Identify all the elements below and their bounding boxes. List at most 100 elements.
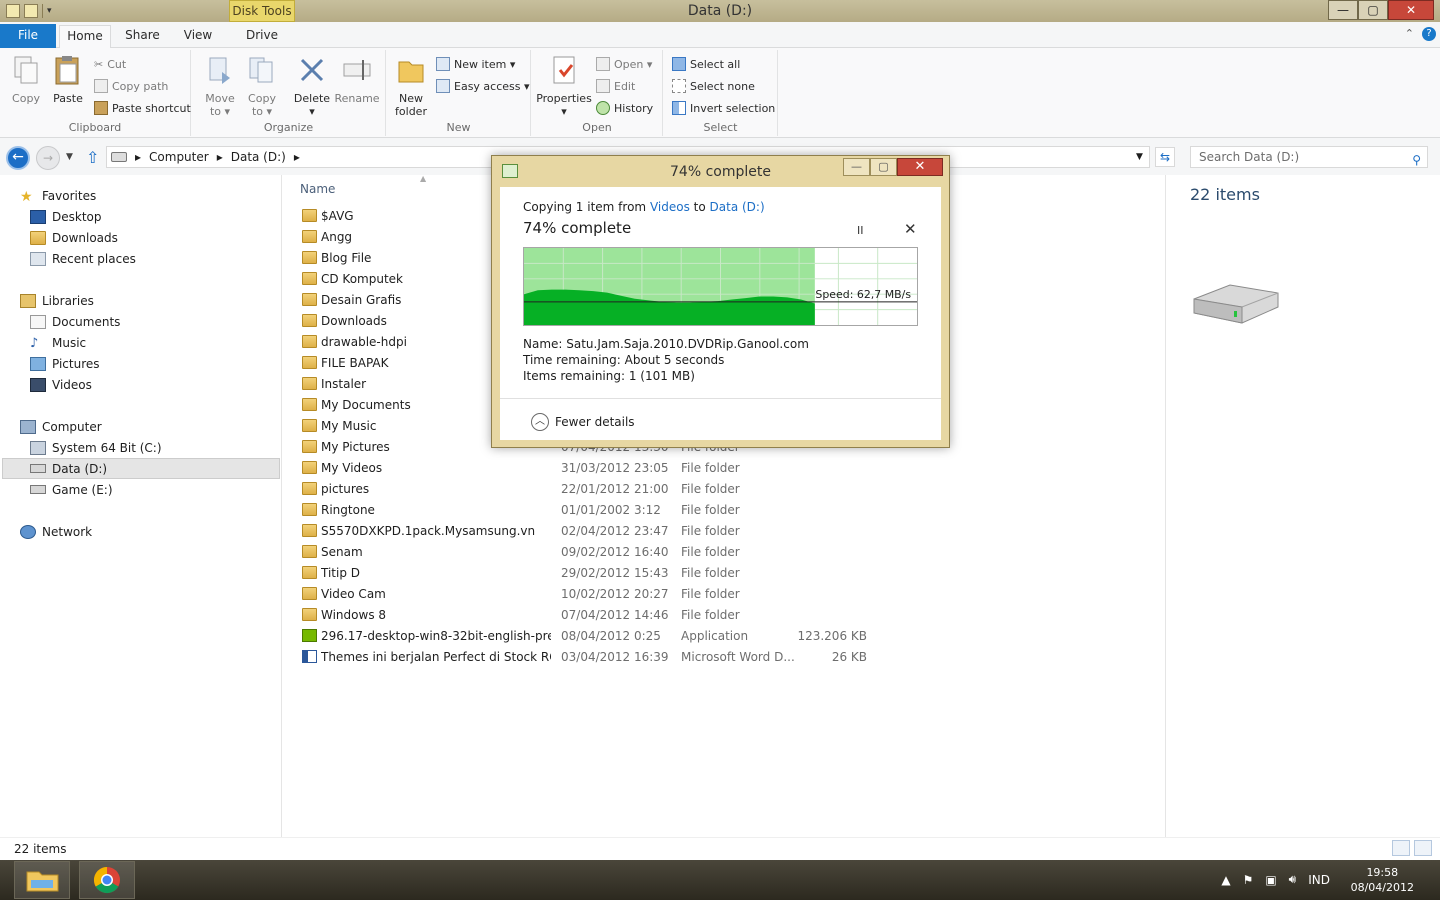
file-date: 22/01/2012 21:00 bbox=[561, 482, 669, 496]
music-icon: ♪ bbox=[30, 335, 39, 351]
pause-button[interactable]: II bbox=[857, 224, 864, 237]
select-all-button[interactable]: Select all bbox=[672, 54, 740, 74]
search-input[interactable]: Search Data (D:) ⚲ bbox=[1190, 146, 1428, 168]
delete-button[interactable]: Delete ▾ bbox=[292, 52, 332, 118]
table-row[interactable]: Senam 09/02/2012 16:40 File folder bbox=[298, 542, 878, 563]
taskbar-clock[interactable]: 19:58 08/04/2012 bbox=[1351, 865, 1414, 895]
table-row[interactable]: Ringtone 01/01/2002 3:12 File folder bbox=[298, 500, 878, 521]
new-folder-button[interactable]: New folder bbox=[391, 52, 431, 118]
move-to-button[interactable]: Move to ▾ bbox=[200, 52, 240, 118]
breadcrumb-data-d[interactable]: Data (D:) bbox=[231, 150, 286, 164]
destination-link[interactable]: Data (D:) bbox=[710, 200, 765, 214]
nav-recent-places[interactable]: Recent places bbox=[30, 248, 136, 269]
properties-icon bbox=[553, 56, 575, 84]
star-icon: ★ bbox=[20, 188, 33, 205]
table-row[interactable]: 296.17-desktop-win8-32bit-english-previ.… bbox=[298, 626, 878, 647]
search-icon[interactable]: ⚲ bbox=[1412, 150, 1421, 170]
new-item-button[interactable]: New item ▾ bbox=[436, 54, 515, 74]
details-view-icon[interactable] bbox=[1392, 840, 1410, 856]
drive-icon bbox=[30, 485, 46, 494]
nav-game-e[interactable]: Game (E:) bbox=[30, 479, 113, 500]
dialog-maximize-button[interactable]: ▢ bbox=[870, 158, 897, 176]
desktop-icon bbox=[30, 209, 46, 224]
file-date: 07/04/2012 14:46 bbox=[561, 608, 669, 622]
volume-icon[interactable]: 🔊︎ bbox=[1289, 872, 1297, 887]
nav-favorites[interactable]: ★ Favorites bbox=[20, 185, 96, 206]
tab-share[interactable]: Share bbox=[115, 25, 170, 48]
nav-videos[interactable]: Videos bbox=[30, 374, 92, 395]
table-row[interactable]: Themes ini berjalan Perfect di Stock RO.… bbox=[298, 647, 878, 668]
show-hidden-icons-icon[interactable]: ▲ bbox=[1221, 873, 1230, 887]
nav-music[interactable]: ♪ Music bbox=[30, 332, 86, 353]
table-row[interactable]: My Videos 31/03/2012 23:05 File folder bbox=[298, 458, 878, 479]
table-row[interactable]: S5570DXKPD.1pack.Mysamsung.vn 02/04/2012 … bbox=[298, 521, 878, 542]
taskbar-explorer-button[interactable] bbox=[14, 861, 70, 899]
nav-network[interactable]: Network bbox=[20, 521, 92, 542]
table-row[interactable]: pictures 22/01/2012 21:00 File folder bbox=[298, 479, 878, 500]
help-icon[interactable]: ? bbox=[1422, 27, 1436, 41]
file-size: 26 KB bbox=[831, 650, 867, 664]
copy-to-button[interactable]: Copy to ▾ bbox=[242, 52, 282, 118]
cancel-copy-button[interactable]: ✕ bbox=[904, 220, 917, 238]
tab-drive[interactable]: Drive bbox=[231, 25, 293, 48]
copy-path-button[interactable]: Copy path bbox=[94, 76, 168, 96]
table-row[interactable]: Windows 8 07/04/2012 14:46 File folder bbox=[298, 605, 878, 626]
breadcrumb-separator-icon[interactable]: ▸ bbox=[294, 150, 300, 164]
column-header-name[interactable]: Name bbox=[300, 182, 335, 196]
nav-computer[interactable]: Computer bbox=[20, 416, 102, 437]
paste-shortcut-button[interactable]: Paste shortcut bbox=[94, 98, 191, 118]
invert-selection-button[interactable]: Invert selection bbox=[672, 98, 775, 118]
nav-pictures[interactable]: Pictures bbox=[30, 353, 100, 374]
language-indicator[interactable]: IND bbox=[1308, 873, 1330, 887]
source-link[interactable]: Videos bbox=[650, 200, 690, 214]
minimize-button[interactable]: — bbox=[1328, 0, 1358, 20]
recent-locations-chevron-icon[interactable]: ▼ bbox=[66, 152, 73, 162]
refresh-button[interactable]: ⇆ bbox=[1155, 147, 1175, 167]
select-none-button[interactable]: Select none bbox=[672, 76, 755, 96]
breadcrumb-separator-icon[interactable]: ▸ bbox=[217, 150, 223, 164]
dialog-close-button[interactable]: ✕ bbox=[897, 158, 943, 176]
tab-file[interactable]: File bbox=[0, 24, 56, 48]
breadcrumb-computer[interactable]: Computer bbox=[149, 150, 209, 164]
close-button[interactable]: ✕ bbox=[1388, 0, 1434, 20]
chevron-up-icon[interactable]: ⌃ bbox=[1405, 27, 1414, 41]
breadcrumb-separator-icon[interactable]: ▸ bbox=[135, 150, 141, 164]
nav-data-d[interactable]: Data (D:) bbox=[2, 458, 280, 479]
dialog-minimize-button[interactable]: — bbox=[843, 158, 870, 176]
network-status-icon[interactable]: ▣ bbox=[1265, 873, 1276, 887]
delete-dropdown[interactable]: ▾ bbox=[292, 105, 332, 118]
address-dropdown-icon[interactable]: ▼ bbox=[1136, 152, 1143, 162]
nav-desktop[interactable]: Desktop bbox=[30, 206, 102, 227]
paste-button[interactable]: Paste bbox=[48, 52, 88, 105]
back-button[interactable]: ← bbox=[6, 146, 30, 170]
action-center-flag-icon[interactable]: ⚑ bbox=[1243, 873, 1254, 887]
folder-icon bbox=[302, 230, 317, 243]
copy-button[interactable]: Copy bbox=[6, 52, 46, 105]
file-name: Ringtone bbox=[321, 503, 375, 517]
fewer-details-button[interactable]: ︿ Fewer details bbox=[531, 413, 635, 431]
history-button[interactable]: History bbox=[596, 98, 653, 118]
rename-button[interactable]: Rename bbox=[334, 52, 380, 105]
ribbon-right-controls: ⌃ ? bbox=[1405, 27, 1436, 41]
tab-view[interactable]: View bbox=[173, 25, 223, 48]
folder-icon bbox=[302, 587, 317, 600]
maximize-button[interactable]: ▢ bbox=[1358, 0, 1388, 20]
nav-documents[interactable]: Documents bbox=[30, 311, 120, 332]
table-row[interactable]: Titip D 29/02/2012 15:43 File folder bbox=[298, 563, 878, 584]
properties-dropdown[interactable]: ▾ bbox=[536, 105, 592, 118]
history-icon bbox=[596, 101, 610, 115]
large-icons-view-icon[interactable] bbox=[1414, 840, 1432, 856]
forward-button[interactable]: → bbox=[36, 146, 60, 170]
open-button[interactable]: Open ▾ bbox=[596, 54, 652, 74]
edit-button[interactable]: Edit bbox=[596, 76, 635, 96]
taskbar-chrome-button[interactable] bbox=[79, 861, 135, 899]
tab-home[interactable]: Home bbox=[59, 25, 111, 48]
easy-access-button[interactable]: Easy access ▾ bbox=[436, 76, 530, 96]
properties-button[interactable]: Properties ▾ bbox=[536, 52, 592, 118]
nav-system-c[interactable]: System 64 Bit (C:) bbox=[30, 437, 162, 458]
cut-button[interactable]: ✂ Cut bbox=[94, 54, 126, 74]
up-arrow-icon[interactable]: ⇧ bbox=[86, 148, 99, 167]
nav-libraries[interactable]: Libraries bbox=[20, 290, 94, 311]
table-row[interactable]: Video Cam 10/02/2012 20:27 File folder bbox=[298, 584, 878, 605]
nav-downloads[interactable]: Downloads bbox=[30, 227, 118, 248]
